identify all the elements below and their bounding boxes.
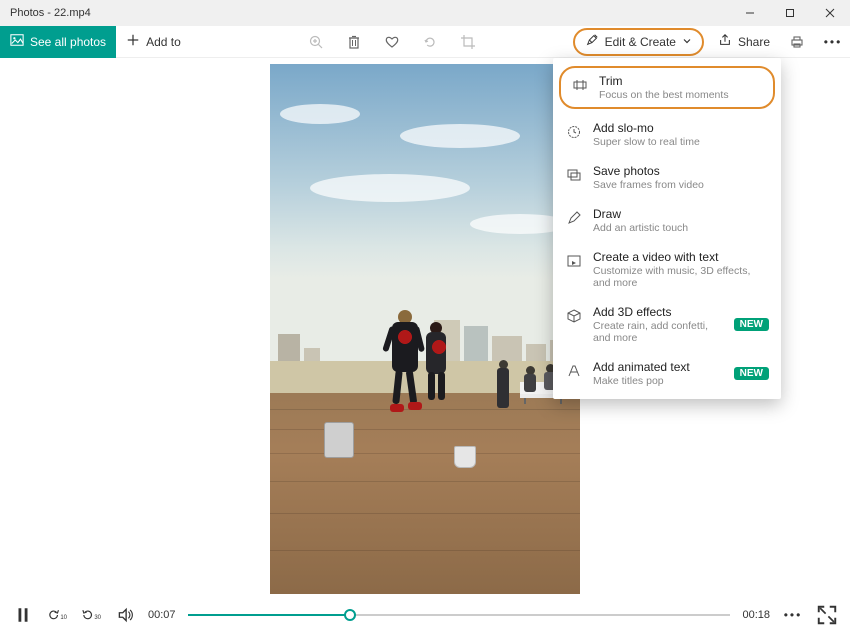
zoom-button[interactable] — [297, 26, 335, 58]
draw-icon — [565, 209, 583, 227]
edit-icon — [585, 33, 599, 50]
scene-bucket — [454, 446, 476, 468]
time-elapsed: 00:07 — [148, 609, 176, 621]
close-button[interactable] — [810, 0, 850, 26]
slomo-icon — [565, 123, 583, 141]
share-label: Share — [738, 35, 770, 49]
animated-text-icon — [565, 362, 583, 380]
save-photos-icon — [565, 166, 583, 184]
playback-bar: 10 30 00:07 00:18 ••• — [0, 596, 850, 633]
menu-item-title: Save photos — [593, 164, 769, 178]
menu-item-title: Draw — [593, 207, 769, 221]
trim-icon — [571, 76, 589, 94]
minimize-button[interactable] — [730, 0, 770, 26]
time-duration: 00:18 — [742, 609, 770, 621]
skip-fwd-label: 30 — [94, 615, 101, 621]
titlebar: Photos - 22.mp4 — [0, 0, 850, 26]
menu-item-sub: Save frames from video — [593, 179, 769, 191]
share-button[interactable]: Share — [710, 26, 778, 58]
menu-item-title: Add slo-mo — [593, 121, 769, 135]
print-button[interactable] — [778, 26, 816, 58]
cube-icon — [565, 307, 583, 325]
video-frame[interactable] — [270, 64, 580, 594]
chevron-down-icon — [682, 35, 692, 49]
photo-icon — [10, 33, 24, 50]
menu-item-sub: Create rain, add confetti, and more — [593, 320, 724, 344]
pause-button[interactable] — [12, 604, 34, 626]
edit-create-menu: Trim Focus on the best moments Add slo-m… — [553, 58, 781, 399]
volume-button[interactable] — [114, 604, 136, 626]
crop-button[interactable] — [449, 26, 487, 58]
favorite-button[interactable] — [373, 26, 411, 58]
menu-item-title: Add 3D effects — [593, 305, 724, 319]
fullscreen-button[interactable] — [816, 604, 838, 626]
skip-back-button[interactable]: 10 — [46, 604, 68, 626]
edit-create-label: Edit & Create — [605, 35, 676, 49]
seek-slider[interactable] — [188, 605, 731, 625]
menu-item-sub: Make titles pop — [593, 375, 724, 387]
skip-back-label: 10 — [60, 615, 67, 621]
video-text-icon — [565, 252, 583, 270]
menu-item-slomo[interactable]: Add slo-mo Super slow to real time — [553, 113, 781, 156]
menu-item-title: Add animated text — [593, 360, 724, 374]
menu-item-animated-text[interactable]: Add animated text Make titles pop NEW — [553, 352, 781, 395]
share-icon — [718, 33, 732, 50]
menu-item-title: Trim — [599, 74, 763, 88]
more-button[interactable]: ••• — [816, 35, 850, 49]
scene-performer-2 — [418, 322, 458, 442]
window-title: Photos - 22.mp4 — [10, 7, 91, 19]
menu-item-3d-effects[interactable]: Add 3D effects Create rain, add confetti… — [553, 297, 781, 352]
menu-item-sub: Focus on the best moments — [599, 89, 763, 101]
delete-button[interactable] — [335, 26, 373, 58]
menu-item-sub: Super slow to real time — [593, 136, 769, 148]
toolbar: See all photos Add to Edit & Create Shar… — [0, 26, 850, 58]
playback-more-button[interactable]: ••• — [782, 608, 804, 622]
new-badge: NEW — [734, 367, 769, 380]
add-to-label: Add to — [146, 35, 181, 49]
menu-item-sub: Add an artistic touch — [593, 222, 769, 234]
add-to-button[interactable]: Add to — [116, 26, 191, 58]
menu-item-draw[interactable]: Draw Add an artistic touch — [553, 199, 781, 242]
plus-icon — [126, 33, 140, 50]
skip-forward-button[interactable]: 30 — [80, 604, 102, 626]
see-all-photos-button[interactable]: See all photos — [0, 26, 116, 58]
menu-item-save-photos[interactable]: Save photos Save frames from video — [553, 156, 781, 199]
edit-create-button[interactable]: Edit & Create — [573, 28, 704, 56]
scene-suitcase — [324, 422, 354, 458]
new-badge: NEW — [734, 318, 769, 331]
menu-item-trim[interactable]: Trim Focus on the best moments — [559, 66, 775, 109]
maximize-button[interactable] — [770, 0, 810, 26]
menu-item-video-text[interactable]: Create a video with text Customize with … — [553, 242, 781, 297]
menu-item-sub: Customize with music, 3D effects, and mo… — [593, 265, 769, 289]
window-controls — [730, 0, 850, 26]
see-all-photos-label: See all photos — [30, 35, 106, 49]
rotate-button[interactable] — [411, 26, 449, 58]
menu-item-title: Create a video with text — [593, 250, 769, 264]
